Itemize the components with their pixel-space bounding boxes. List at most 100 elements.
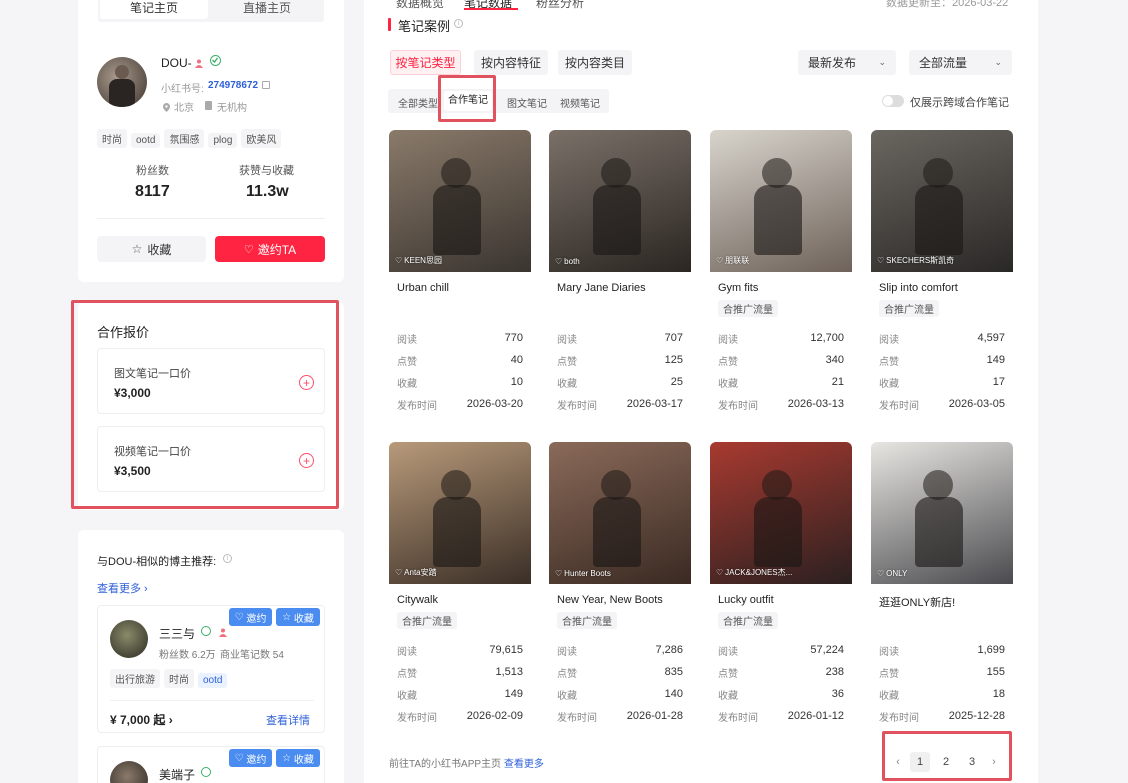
footer-link[interactable]: 查看更多 — [504, 759, 544, 770]
coop-tag: 合推广流量 — [718, 300, 778, 317]
stat-label: 阅读 — [397, 646, 417, 658]
top-tab-fans[interactable]: 粉丝分析 — [536, 0, 584, 11]
top-tab-overview[interactable]: 数据概览 — [396, 0, 444, 11]
note-card[interactable]: ♡ both Mary Jane Diaries 阅读 707 点赞 125 收藏 25 发布时间… — [549, 130, 691, 422]
note-card[interactable]: ♡ Anta安踏 Citywalk 合推广流量 阅读 79,615 点赞 1,513 收藏 149… — [389, 442, 531, 734]
note-card[interactable]: ♡ KEEN思园 Urban chill 阅读 770 点赞 40 收藏 10 发布时间 2026-… — [389, 130, 531, 422]
fav-mini-button[interactable]: ☆ 收藏 — [276, 608, 320, 626]
brand-name: Anta安踏 — [404, 568, 437, 577]
blogger-price: ¥ 7,000 起 › — [110, 713, 173, 727]
fav-mini-button[interactable]: ☆ 收藏 — [276, 749, 320, 767]
note-card[interactable]: ♡ SKECHERS斯凯奇 Slip into comfort 合推广流量 阅读 4,59… — [871, 130, 1013, 422]
section-accent-bar — [388, 18, 391, 31]
blogger-fans: 粉丝数 6.2万 — [159, 650, 216, 661]
stat-row: 发布时间 2026-02-09 — [397, 705, 523, 727]
copy-icon[interactable] — [262, 81, 270, 89]
stat-value: 770 — [504, 332, 523, 344]
stat-label: 阅读 — [397, 334, 417, 346]
stat-row: 收藏 140 — [557, 683, 683, 705]
stat-value: 149 — [504, 688, 523, 700]
building-icon — [205, 101, 212, 110]
type-tab-video[interactable]: 视频笔记 — [560, 95, 600, 110]
note-title: Mary Jane Diaries — [557, 282, 646, 294]
stat-value: 835 — [664, 666, 683, 678]
tab-notes-home[interactable]: 笔记主页 — [100, 0, 208, 19]
filter-tab-by-feature[interactable]: 按内容特征 — [474, 50, 548, 75]
note-stats: 阅读 57,224 点赞 238 收藏 36 发布时间 2026-01-12 — [718, 639, 844, 727]
cross-domain-toggle[interactable] — [882, 95, 904, 107]
see-more-label: 查看更多 — [97, 583, 141, 595]
filter-tab-by-type[interactable]: 按笔记类型 — [390, 50, 461, 75]
see-more-link[interactable]: 查看更多 › — [97, 580, 148, 596]
note-brand: ♡ KEEN思园 — [395, 255, 442, 266]
avatar — [97, 57, 147, 107]
note-title: New Year, New Boots — [557, 594, 663, 606]
stat-value: 1,699 — [977, 644, 1005, 656]
fav-mini-label: 收藏 — [293, 754, 314, 766]
filter-tab-by-category[interactable]: 按内容类目 — [558, 50, 632, 75]
coop-tag: 合推广流量 — [879, 300, 939, 317]
note-cover-image: ♡ SKECHERS斯凯奇 — [871, 130, 1013, 272]
info-icon: i — [454, 19, 463, 28]
stat-value: 18 — [992, 688, 1005, 700]
note-cover-image: ♡ both — [549, 130, 691, 272]
blogger-details-link[interactable]: 查看详情 — [266, 712, 310, 728]
traffic-value: 全部流量 — [919, 56, 968, 70]
invite-label: 邀约TA — [257, 242, 297, 257]
note-card[interactable]: ♡ JACK&JONES杰... Lucky outfit 合推广流量 阅读 57,224… — [710, 442, 852, 734]
stat-row: 收藏 10 — [397, 371, 523, 393]
note-card[interactable]: ♡ Hunter Boots New Year, New Boots 合推广流量 阅读 7… — [549, 442, 691, 734]
footer-text: 前往TA的小红书APP主页 查看更多 — [389, 755, 544, 770]
brand-heart-icon: ♡ — [716, 568, 724, 577]
stat-row: 点赞 340 — [718, 349, 844, 371]
invite-mini-button[interactable]: ♡ 邀约 — [229, 608, 272, 626]
favorite-button[interactable]: ☆ 收藏 — [97, 236, 206, 262]
note-cover-image: ♡ ONLY — [871, 442, 1013, 584]
stat-label: 点赞 — [557, 668, 577, 680]
invite-button[interactable]: ♡ 邀约TA — [215, 236, 325, 262]
stat-row: 收藏 36 — [718, 683, 844, 705]
blogger-card[interactable]: 三三与 ♡ 邀约 ☆ 收藏 粉丝数 6.2万 商业笔记数 54 出行旅游 时尚 oo… — [97, 605, 325, 733]
tag: 欧美风 — [241, 129, 282, 148]
stat-label: 发布时间 — [718, 400, 758, 412]
invite-mini-button[interactable]: ♡ 邀约 — [229, 749, 272, 767]
info-icon: i — [223, 554, 232, 563]
coop-tag: 合推广流量 — [397, 612, 457, 629]
tab-live-home[interactable]: 直播主页 — [212, 0, 322, 19]
stat-value: 1,513 — [495, 666, 523, 678]
stat-label: 收藏 — [557, 378, 577, 390]
stat-row: 收藏 17 — [879, 371, 1005, 393]
tag: ootd — [131, 133, 161, 148]
stat-label: 发布时间 — [879, 712, 919, 724]
note-cover-image: ♡ Hunter Boots — [549, 442, 691, 584]
note-brand: ♡ 朋联联 — [716, 255, 749, 266]
stat-value: 2026-03-17 — [626, 398, 683, 410]
note-brand: ♡ ONLY — [877, 569, 907, 578]
stat-value: 40 — [510, 354, 523, 366]
tag: 时尚 — [164, 669, 194, 688]
type-tab-image[interactable]: 图文笔记 — [507, 95, 547, 110]
verified-icon — [201, 626, 211, 636]
stat-row: 点赞 40 — [397, 349, 523, 371]
stat-label: 阅读 — [557, 334, 577, 346]
type-tab-all[interactable]: 全部类型 — [398, 95, 438, 110]
stat-row: 点赞 835 — [557, 661, 683, 683]
chevron-down-icon: ⌄ — [878, 57, 886, 67]
stat-value: 2026-01-28 — [626, 710, 683, 722]
stat-label: 阅读 — [879, 334, 899, 346]
stat-row: 收藏 18 — [879, 683, 1005, 705]
note-card[interactable]: ♡ 朋联联 Gym fits 合推广流量 阅读 12,700 点赞 340 收藏 21 发布时间 20… — [710, 130, 852, 422]
stat-value: 2026-03-13 — [787, 398, 844, 410]
blogger-avatar — [110, 761, 148, 783]
stat-label: 收藏 — [397, 378, 417, 390]
invite-mini-label: 邀约 — [246, 613, 267, 625]
verified-icon — [201, 767, 211, 777]
sort-select[interactable]: 最新发布 ⌄ — [798, 50, 896, 75]
person-icon — [195, 57, 203, 68]
stat-label: 阅读 — [557, 646, 577, 658]
blogger-card[interactable]: 美端子 ♡ 邀约 ☆ 收藏 — [97, 746, 325, 783]
traffic-select[interactable]: 全部流量 ⌄ — [909, 50, 1012, 75]
stat-value: 2026-01-12 — [787, 710, 844, 722]
likes-label: 获赞与收藏 — [239, 165, 294, 177]
note-card[interactable]: ♡ ONLY 逛逛ONLY新店! 阅读 1,699 点赞 155 收藏 18 发布时间 2025-1… — [871, 442, 1013, 734]
